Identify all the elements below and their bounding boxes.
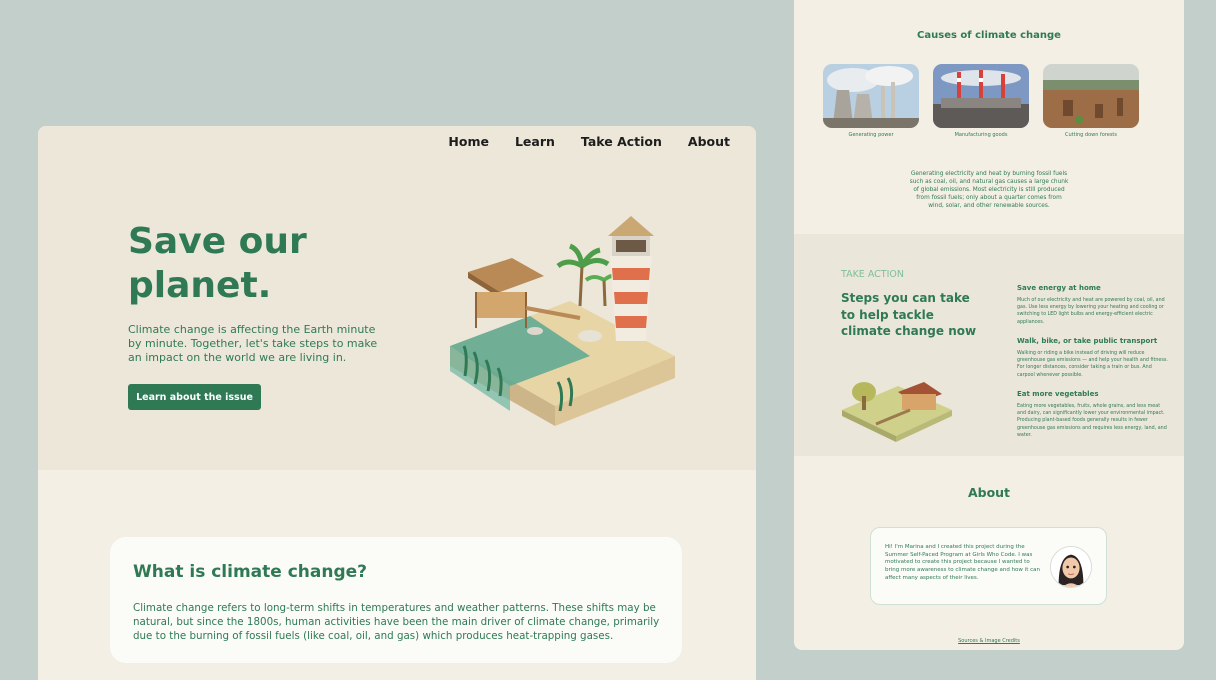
mockup-stage: Home Learn Take Action About Save our pl… (0, 0, 1216, 680)
nav-about-link[interactable]: About (688, 134, 730, 149)
tip-eat-vegetables: Eat more vegetables Eating more vegetabl… (1017, 390, 1169, 439)
learn-about-issue-button[interactable]: Learn about the issue (128, 384, 261, 410)
hero-description: Climate change is affecting the Earth mi… (128, 323, 378, 364)
avatar (1050, 546, 1092, 588)
sources-credits-link[interactable]: Sources & Image Credits (794, 638, 1184, 644)
about-card: Hi! I'm Marina and I created this projec… (870, 527, 1107, 605)
island-lighthouse-illustration (450, 216, 675, 426)
desktop-page-preview: Home Learn Take Action About Save our pl… (38, 126, 756, 680)
deforestation-photo (1043, 64, 1139, 128)
cause-label: Manufacturing goods (954, 132, 1008, 138)
take-action-section: TAKE ACTION Steps you can take to help t… (794, 234, 1184, 456)
power-plant-photo (823, 64, 919, 128)
tip-save-energy: Save energy at home Much of our electric… (1017, 284, 1169, 326)
factory-photo (933, 64, 1029, 128)
tip-title: Eat more vegetables (1017, 390, 1099, 398)
hero-section: Home Learn Take Action About Save our pl… (38, 126, 756, 470)
tip-text: Walking or riding a bike instead of driv… (1017, 351, 1168, 378)
what-is-title: What is climate change? (133, 562, 368, 582)
what-is-text: Climate change refers to long-term shift… (133, 602, 660, 642)
causes-description: Generating electricity and heat by burni… (909, 171, 1069, 209)
take-action-kicker: TAKE ACTION (841, 269, 904, 280)
about-title: About (967, 485, 1011, 500)
cause-card-deforestation: Cutting down forests (1043, 64, 1139, 138)
cause-label: Generating power (848, 132, 894, 138)
tip-walk-bike: Walk, bike, or take public transport Wal… (1017, 337, 1169, 379)
cause-label: Cutting down forests (1065, 132, 1117, 138)
scrolled-page-preview: Causes of climate change Generating powe… (794, 0, 1184, 650)
hero-title: Save our planet. (128, 221, 307, 306)
about-text: Hi! I'm Marina and I created this projec… (885, 544, 1040, 581)
tip-title: Save energy at home (1017, 284, 1101, 292)
tip-text: Eating more vegetables, fruits, whole gr… (1017, 404, 1167, 438)
nav-home-link[interactable]: Home (448, 134, 489, 149)
what-is-climate-change-card: What is climate change? Climate change r… (110, 537, 682, 663)
top-navigation: Home Learn Take Action About (448, 134, 730, 149)
causes-title: Causes of climate change (917, 30, 1061, 41)
tip-title: Walk, bike, or take public transport (1017, 337, 1158, 345)
nav-learn-link[interactable]: Learn (515, 134, 555, 149)
take-action-title: Steps you can take to help tackle climat… (841, 291, 977, 338)
cause-card-power: Generating power (823, 64, 919, 138)
nav-take-action-link[interactable]: Take Action (581, 134, 662, 149)
tip-text: Much of our electricity and heat are pow… (1017, 298, 1165, 325)
cabin-garden-illustration (842, 382, 952, 442)
cause-card-manufacturing: Manufacturing goods (933, 64, 1029, 138)
